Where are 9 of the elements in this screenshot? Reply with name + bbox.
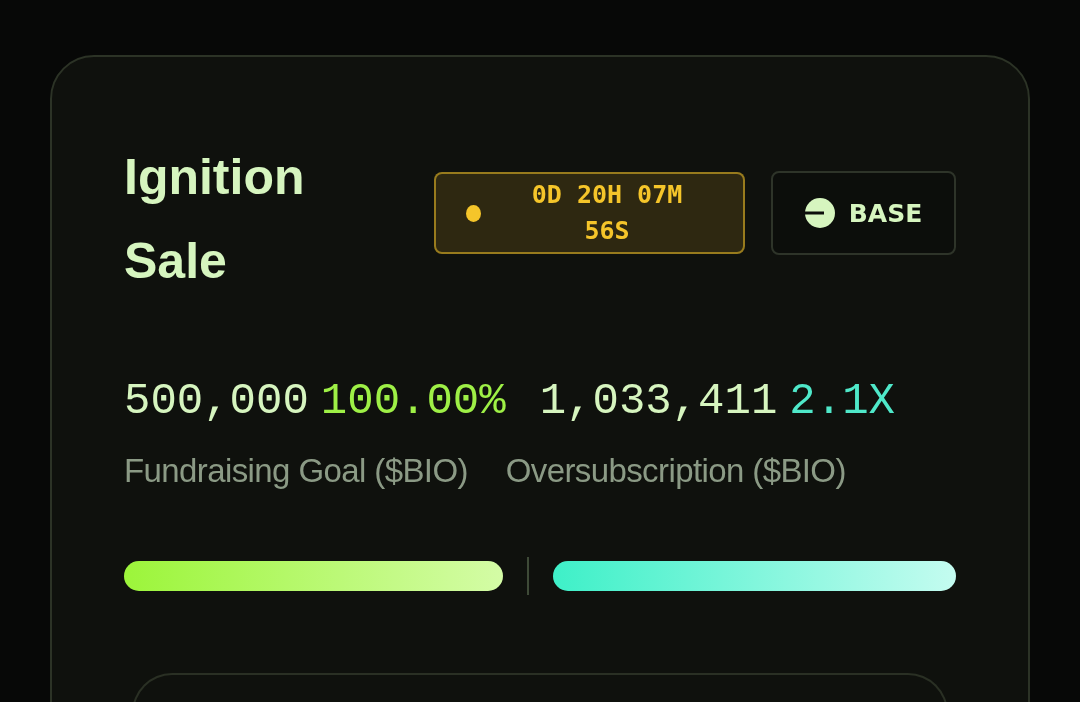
stat-label: Fundraising Goal ($BIO) xyxy=(124,451,469,491)
percent-value: 100.00% xyxy=(320,375,506,427)
amount-value: 1,033,411 xyxy=(539,375,778,427)
amount-value: 500,000 xyxy=(124,375,309,427)
stat-label: Oversubscription ($BIO) xyxy=(505,451,847,491)
countdown-badge: 0D 20H 07M 56S xyxy=(434,172,745,254)
network-button[interactable]: BASE xyxy=(771,171,956,255)
sale-title: Ignition Sale xyxy=(124,148,306,291)
multiplier-value: 2.1X xyxy=(789,375,895,427)
